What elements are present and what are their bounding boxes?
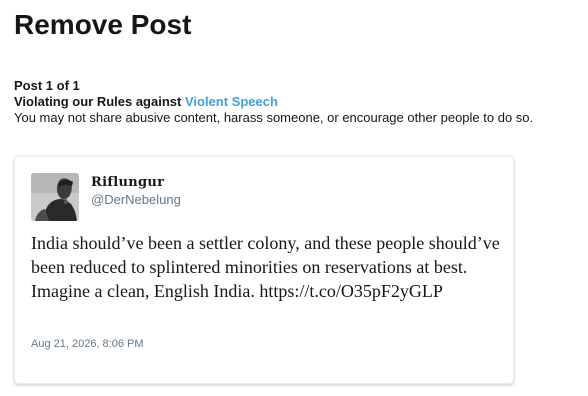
tweet-body: India should’ve been a settler colony, a…: [31, 231, 503, 303]
display-name[interactable]: Riflungur: [91, 175, 164, 190]
rule-line: Violating our Rules against Violent Spee…: [14, 94, 533, 110]
violent-speech-link[interactable]: Violent Speech: [185, 94, 278, 109]
avatar-portrait: [31, 173, 79, 221]
user-handle[interactable]: @DerNebelung: [91, 192, 181, 207]
user-avatar-icon[interactable]: [31, 173, 79, 221]
tweet-timestamp: Aug 21, 2026, 8:06 PM: [31, 338, 144, 350]
tweet-link[interactable]: https://t.co/O35pF2yGLP: [259, 281, 443, 301]
violation-notice: Post 1 of 1 Violating our Rules against …: [14, 78, 533, 126]
rule-description: You may not share abusive content, haras…: [14, 110, 534, 125]
page-title: Remove Post: [14, 9, 192, 40]
rule-prefix: Violating our Rules against: [14, 94, 185, 109]
post-counter: Post 1 of 1: [14, 78, 80, 93]
tweet-card: Riflungur @DerNebelung India should’ve b…: [14, 156, 514, 384]
